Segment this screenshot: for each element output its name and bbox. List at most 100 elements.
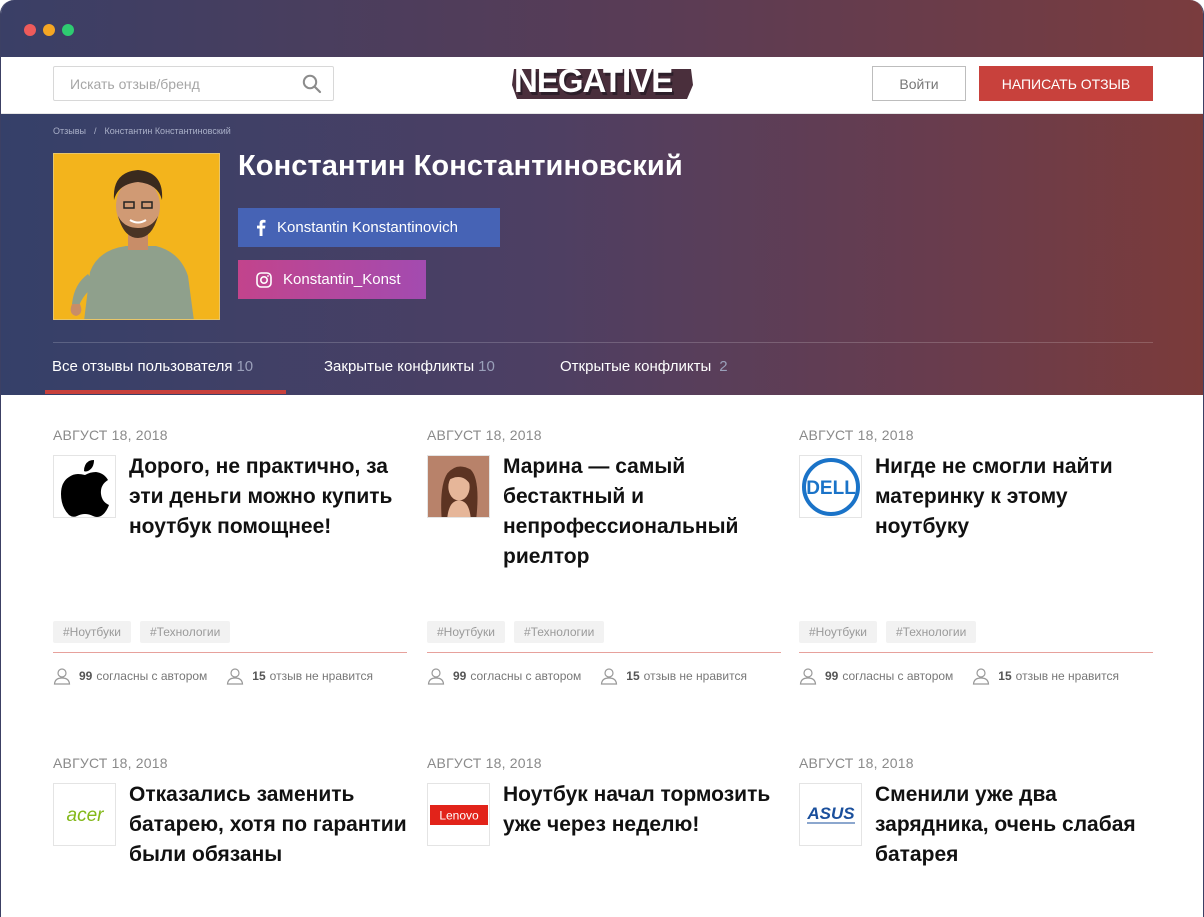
users-dislike-icon [973,668,990,685]
review-date: АВГУСТ 18, 2018 [427,755,542,771]
tag[interactable]: #Технологии [513,621,605,643]
dislike-stat[interactable]: 15 отзыв не нравится [600,667,747,685]
tab-label: Открытые конфликты [560,358,712,375]
agree-count: 99 [825,669,839,683]
card-divider [427,652,781,653]
window-titlebar [1,0,1203,57]
review-title[interactable]: Сменили уже два зарядника, очень слабая … [875,780,1155,870]
agree-count: 99 [79,669,93,683]
review-card[interactable]: АВГУСТ 18, 2018 Дорого, не практично, за… [53,427,407,685]
instagram-link[interactable]: Konstantin_Konst [238,260,426,299]
window-minimize-dot[interactable] [43,24,55,36]
agree-text: согласны с автором [96,669,208,683]
dislike-stat[interactable]: 15 отзыв не нравится [972,667,1119,685]
tab-all-reviews[interactable]: Все отзывы пользователя 10 [52,358,253,375]
dislike-text: отзыв не нравится [1015,669,1119,683]
browser-window: NEGATIVE NEGATIVE Войти НАПИСАТЬ ОТЗЫВ О… [0,0,1204,917]
review-date: АВГУСТ 18, 2018 [799,427,914,443]
asus-logo-icon: ASUS [799,783,862,846]
review-tags: #Ноутбуки #Технологии [53,621,231,643]
agree-text: согласны с автором [470,669,582,683]
review-date: АВГУСТ 18, 2018 [427,427,542,443]
tab-open-conflicts[interactable]: Открытые конфликты 2 [560,358,728,375]
review-title[interactable]: Нигде не смогли найти материнку к этому … [875,452,1155,542]
review-tags: #Ноутбуки #Технологии [427,621,605,643]
search-box [53,66,334,101]
agree-stat[interactable]: 99 согласны с автором [799,667,953,685]
review-card[interactable]: АВГУСТ 18, 2018 acer Отказались заменить… [53,755,407,866]
card-divider [799,652,1153,653]
tab-closed-conflicts[interactable]: Закрытые конфликты 10 [324,358,495,375]
users-agree-icon [427,668,445,685]
breadcrumb-current: Константин Константиновский [104,126,231,136]
logo-wordmark: NEGATIVE [514,63,672,99]
breadcrumb-separator: / [93,126,97,136]
review-date: АВГУСТ 18, 2018 [799,755,914,771]
dislike-count: 15 [252,669,266,683]
facebook-link[interactable]: Konstantin Konstantinovich [238,208,500,247]
review-stats: 99 согласны с автором 15 отзыв не нравится [53,667,373,685]
agree-stat[interactable]: 99 согласны с автором [53,667,207,685]
review-date: АВГУСТ 18, 2018 [53,755,168,771]
active-tab-indicator [45,390,286,394]
review-title[interactable]: Отказались заменить батарею, хотя по гар… [129,780,409,870]
lenovo-logo-icon: Lenovo [427,783,490,846]
person-photo-icon [427,455,490,518]
user-avatar [53,153,220,320]
review-card[interactable]: АВГУСТ 18, 2018 Марина — самый бестактны… [427,427,781,685]
tag[interactable]: #Технологии [139,621,231,643]
asus-wordmark: ASUS [806,804,855,823]
tag[interactable]: #Ноутбуки [53,621,131,643]
search-input[interactable] [70,67,300,100]
tab-label: Закрытые конфликты [324,358,475,375]
acer-logo-icon: acer [53,783,116,846]
breadcrumb-root-link[interactable]: Отзывы [53,126,86,136]
window-maximize-dot[interactable] [62,24,74,36]
tag[interactable]: #Ноутбуки [427,621,505,643]
review-card[interactable]: АВГУСТ 18, 2018 DELL Нигде не смогли най… [799,427,1153,685]
search-icon[interactable] [302,74,322,94]
review-date: АВГУСТ 18, 2018 [53,427,168,443]
dislike-text: отзыв не нравится [643,669,747,683]
facebook-username: Konstantin Konstantinovich [277,219,458,236]
review-stats: 99 согласны с автором 15 отзыв не нравится [799,667,1119,685]
facebook-icon [256,219,266,236]
dislike-stat[interactable]: 15 отзыв не нравится [226,667,373,685]
dislike-count: 15 [626,669,640,683]
users-agree-icon [799,668,817,685]
agree-count: 99 [453,669,467,683]
card-divider [53,652,407,653]
login-button[interactable]: Войти [872,66,966,101]
review-card[interactable]: АВГУСТ 18, 2018 Lenovo Ноутбук начал тор… [427,755,781,846]
lenovo-wordmark: Lenovo [439,808,479,822]
users-agree-icon [53,668,71,685]
tag[interactable]: #Технологии [885,621,977,643]
breadcrumb: Отзывы / Константин Константиновский [53,126,231,136]
tab-count: 10 [478,358,495,375]
review-stats: 99 согласны с автором 15 отзыв не нравится [427,667,747,685]
agree-text: согласны с автором [842,669,954,683]
agree-stat[interactable]: 99 согласны с автором [427,667,581,685]
users-dislike-icon [227,668,244,685]
instagram-username: Konstantin_Konst [283,271,401,288]
tag[interactable]: #Ноутбуки [799,621,877,643]
users-dislike-icon [601,668,618,685]
apple-logo-icon [53,455,116,518]
tabs-divider [53,342,1153,343]
profile-name: Константин Константиновский [238,150,683,182]
tab-count: 2 [719,358,728,375]
review-card[interactable]: АВГУСТ 18, 2018 ASUS Сменили уже два зар… [799,755,1153,866]
review-title[interactable]: Дорого, не практично, за эти деньги можн… [129,452,409,542]
write-review-button[interactable]: НАПИСАТЬ ОТЗЫВ [979,66,1153,101]
tab-label: Все отзывы пользователя [52,358,233,375]
tab-count: 10 [236,358,254,375]
review-title[interactable]: Марина — самый бестактный и непрофессион… [503,452,783,572]
site-logo[interactable]: NEGATIVE NEGATIVE [511,63,695,103]
review-title[interactable]: Ноутбук начал тормозить уже через неделю… [503,780,783,840]
dell-wordmark: DELL [806,478,856,499]
review-tags: #Ноутбуки #Технологии [799,621,977,643]
instagram-icon [256,271,272,288]
dell-logo-icon: DELL [799,455,862,518]
window-close-dot[interactable] [24,24,36,36]
acer-wordmark: acer [66,805,104,826]
